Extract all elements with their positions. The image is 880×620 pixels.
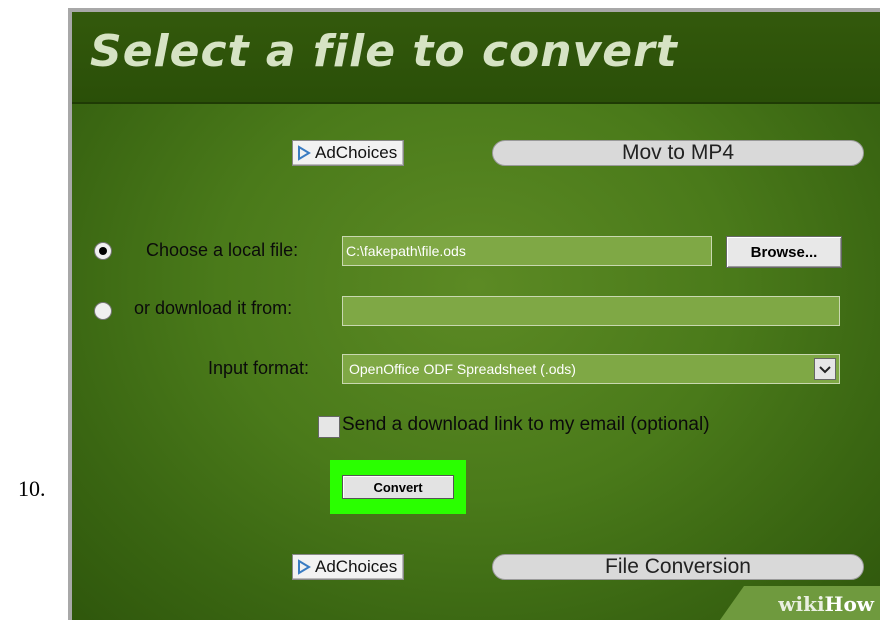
input-format-value: OpenOffice ODF Spreadsheet (.ods) (349, 361, 576, 377)
download-url-radio[interactable] (94, 302, 112, 320)
input-format-select[interactable]: OpenOffice ODF Spreadsheet (.ods) (342, 354, 840, 384)
step-number: 10. (18, 476, 46, 501)
input-format-label: Input format: (208, 358, 310, 378)
adchoices-bottom[interactable]: AdChoices (292, 554, 405, 580)
ad-link-mov-to-mp4[interactable]: Mov to MP4 (492, 140, 864, 166)
chevron-down-icon (819, 366, 831, 374)
watermark-how: How (824, 592, 874, 616)
browse-button[interactable]: Browse... (726, 236, 842, 268)
wikihow-watermark: wikiHow (720, 586, 880, 620)
download-url-input[interactable] (342, 296, 840, 326)
adchoices-label: AdChoices (315, 557, 398, 576)
convert-highlight: Convert (330, 460, 466, 514)
dropdown-arrow-button[interactable] (814, 358, 836, 380)
adchoices-top[interactable]: AdChoices (292, 140, 405, 166)
adchoices-label: AdChoices (315, 143, 398, 162)
adchoices-icon (298, 145, 311, 161)
convert-button[interactable]: Convert (342, 475, 454, 499)
watermark-wiki: wiki (778, 592, 825, 616)
email-link-checkbox[interactable] (318, 416, 340, 438)
local-file-label: Choose a local file: (146, 240, 299, 260)
page-header: Select a file to convert (72, 12, 880, 104)
local-file-radio[interactable] (94, 242, 112, 260)
local-file-input[interactable]: C:\fakepath\file.ods (342, 236, 712, 266)
adchoices-icon (298, 559, 311, 575)
page-title: Select a file to convert (90, 26, 678, 77)
email-link-label: Send a download link to my email (option… (342, 414, 710, 435)
download-url-label: or download it from: (134, 298, 293, 318)
ad-link-file-conversion[interactable]: File Conversion (492, 554, 864, 580)
converter-page: Select a file to convert AdChoices Mov t… (72, 12, 880, 620)
watermark-text: wikiHow (778, 592, 874, 616)
